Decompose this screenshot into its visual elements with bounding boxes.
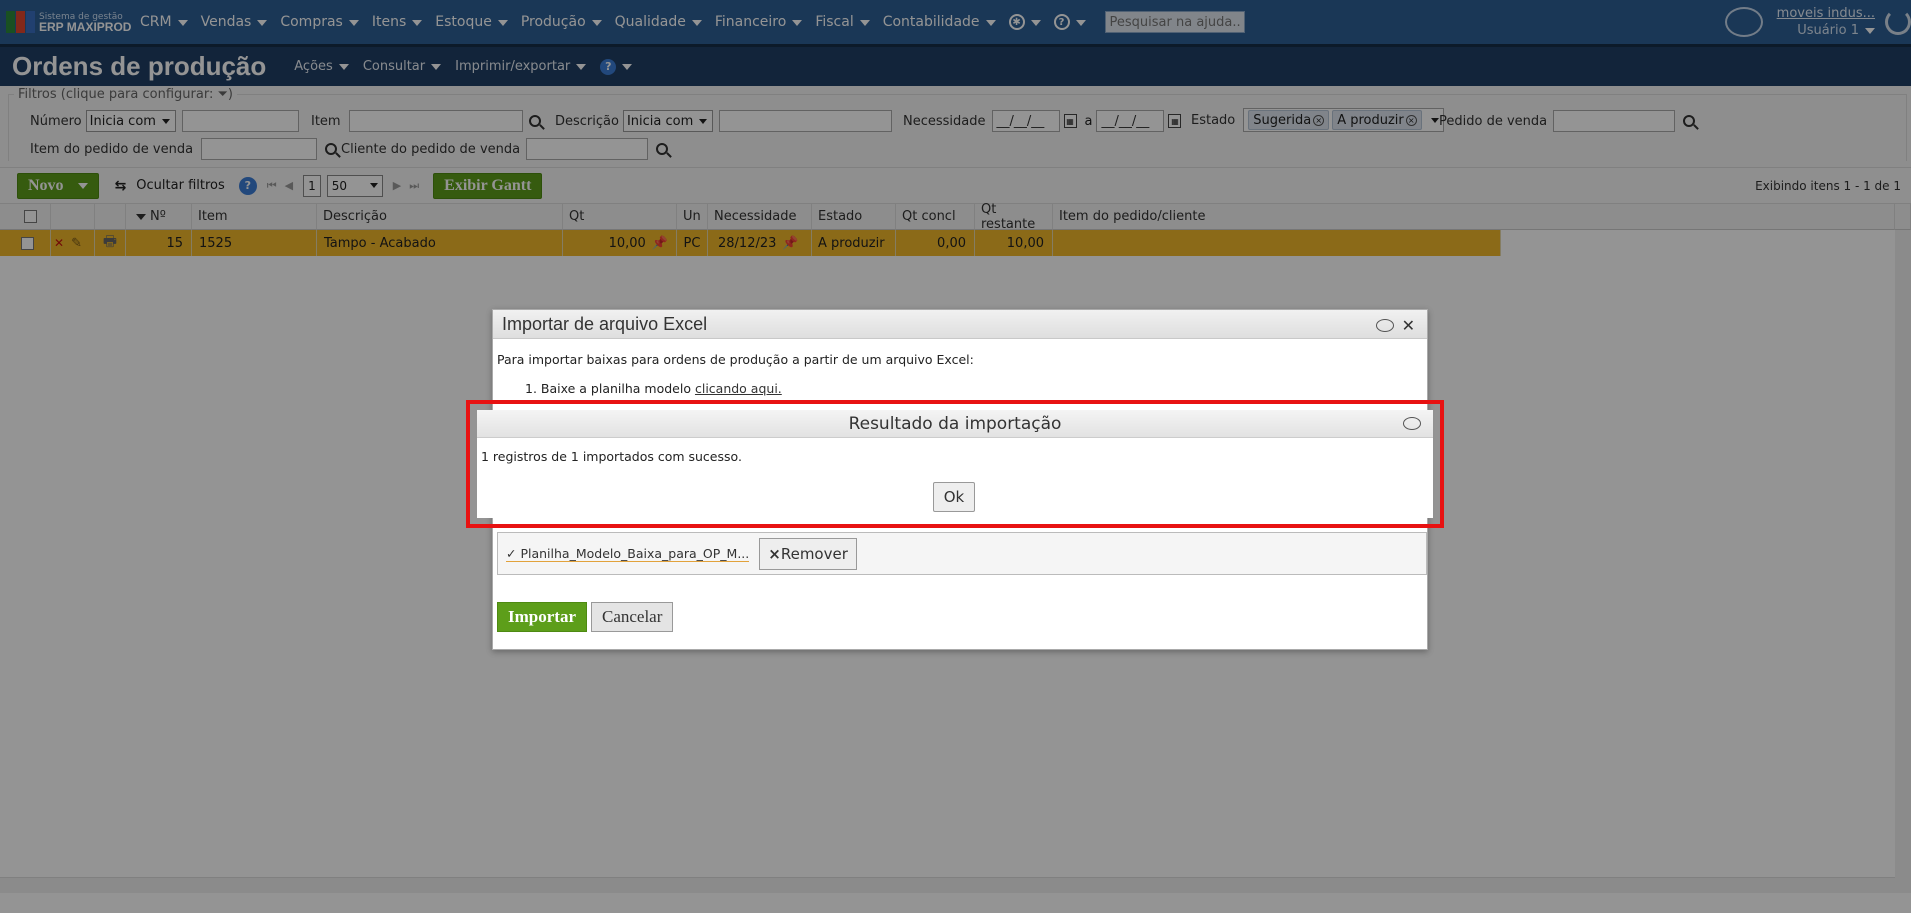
result-dialog-title: Resultado da importação — [848, 413, 1062, 434]
uploaded-file-box: ✓ Planilha_Modelo_Baixa_para_OP_M... × Re… — [497, 532, 1427, 575]
comment-icon[interactable] — [1403, 417, 1421, 430]
file-name: Planilha_Modelo_Baixa_para_OP_M... — [520, 545, 750, 561]
cancel-button[interactable]: Cancelar — [590, 602, 674, 632]
remove-file-button[interactable]: × Remover — [759, 537, 857, 570]
import-dialog-title: Importar de arquivo Excel — [502, 313, 708, 334]
result-dialog-header: Resultado da importação — [477, 410, 1433, 438]
import-dialog-header: Importar de arquivo Excel — [493, 310, 1427, 339]
button-label: Remover — [780, 544, 848, 563]
close-icon[interactable]: ✕ — [1402, 316, 1415, 335]
download-template-link[interactable]: clicando aqui. — [695, 381, 782, 396]
ok-button[interactable]: Ok — [933, 482, 975, 512]
step1-text: 1. Baixe a planilha modelo — [525, 381, 691, 396]
import-result-dialog: Resultado da importação 1 registros de 1… — [477, 410, 1433, 518]
import-button[interactable]: Importar — [497, 602, 587, 632]
result-message: 1 registros de 1 importados com sucesso. — [481, 449, 742, 464]
import-step1: 1. Baixe a planilha modelo clicando aqui… — [525, 381, 782, 396]
comment-icon[interactable] — [1375, 319, 1394, 332]
x-icon: × — [768, 544, 781, 563]
checkmark-icon: ✓ — [506, 545, 517, 561]
import-intro: Para importar baixas para ordens de prod… — [497, 352, 974, 367]
uploaded-file: ✓ Planilha_Modelo_Baixa_para_OP_M... — [506, 545, 750, 562]
